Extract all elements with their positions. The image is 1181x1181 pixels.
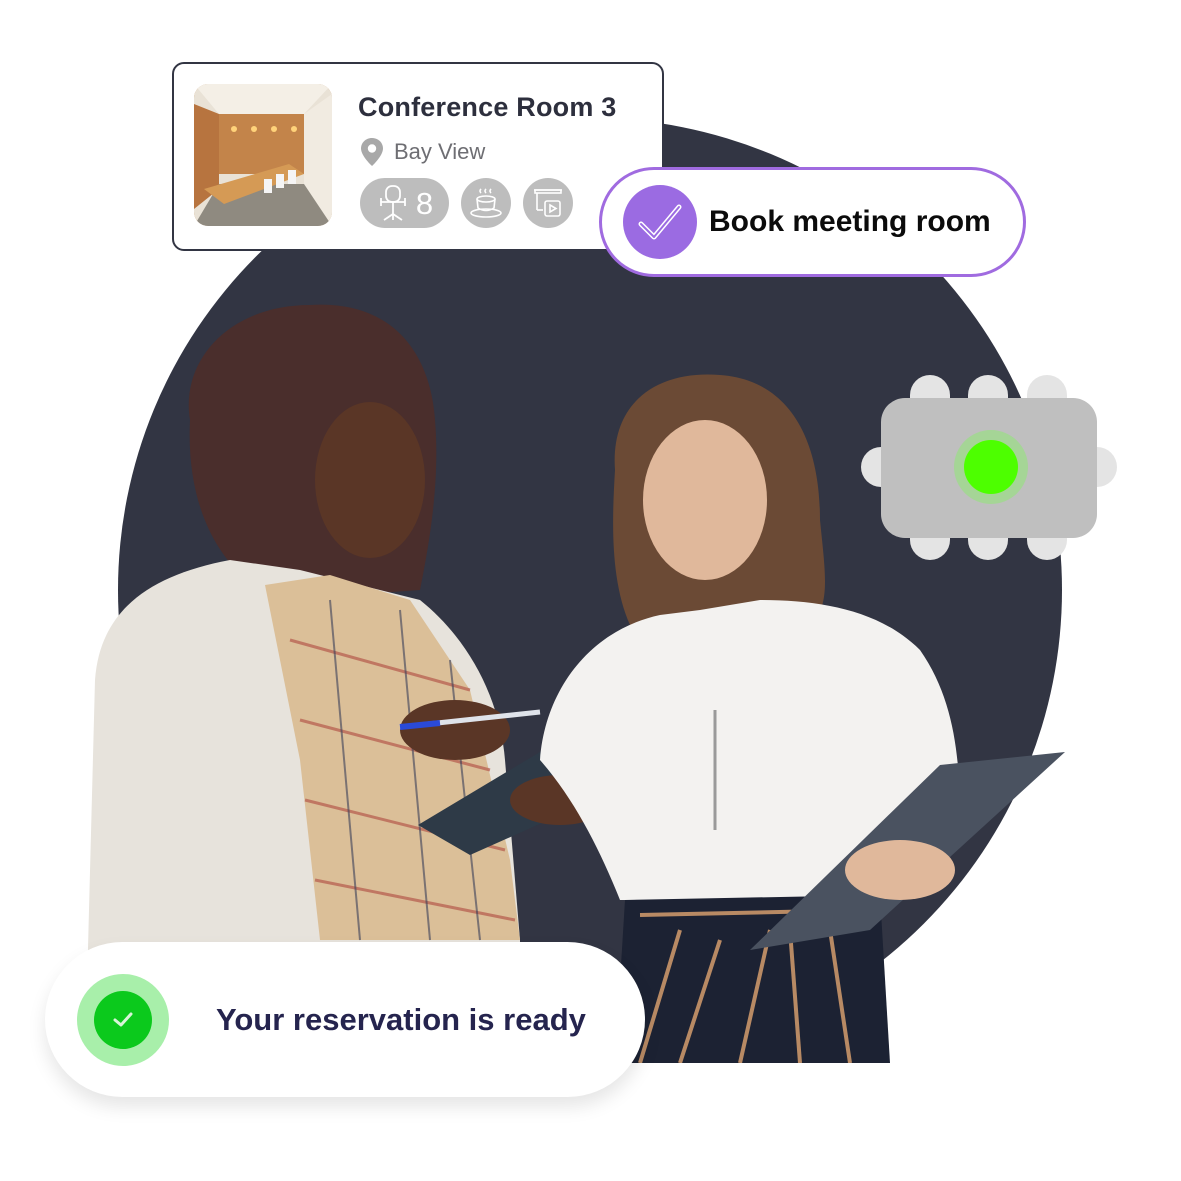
check-circle-icon <box>113 1012 133 1026</box>
amenity-seats: 8 <box>360 178 449 228</box>
table-availability-widget <box>861 375 1117 560</box>
book-meeting-room-label: Book meeting room <box>709 205 991 238</box>
available-status-dot <box>964 440 1018 494</box>
reservation-check-badge <box>77 973 169 1066</box>
amenities-list: 8 <box>360 178 573 228</box>
coffee-cup-icon <box>470 188 502 218</box>
amenity-presentation <box>523 178 573 228</box>
reservation-ready-label: Your reservation is ready <box>216 1001 586 1037</box>
amenity-coffee <box>461 178 511 228</box>
office-chair-icon <box>379 185 406 221</box>
reservation-ready-toast: Your reservation is ready <box>45 942 645 1097</box>
map-pin-icon <box>361 138 383 166</box>
room-location: Bay View <box>360 138 485 166</box>
book-check-badge <box>623 185 697 259</box>
room-location-text: Bay View <box>394 139 486 164</box>
conference-room-photo <box>194 84 332 226</box>
seat-count: 8 <box>415 185 434 221</box>
room-card[interactable]: Conference Room 3 Bay View 8 <box>172 62 664 251</box>
checkmark-icon <box>638 204 682 240</box>
projector-screen-icon <box>534 189 562 217</box>
book-meeting-room-button[interactable]: Book meeting room <box>599 167 1026 277</box>
room-title: Conference Room 3 <box>358 92 617 122</box>
